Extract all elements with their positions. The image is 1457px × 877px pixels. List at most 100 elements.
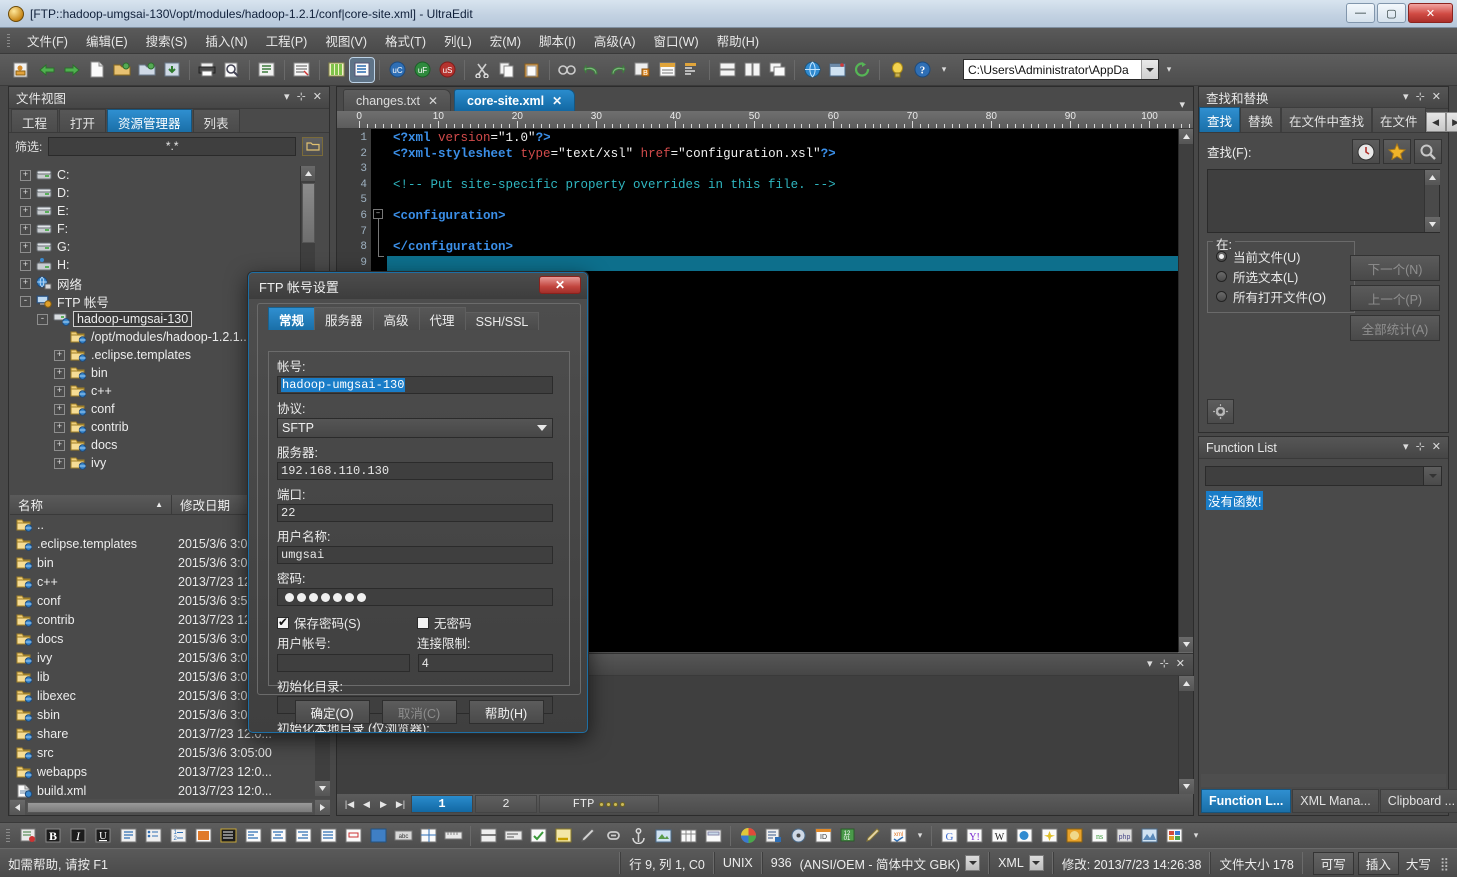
dialog-tab-server[interactable]: 服务器 — [314, 307, 374, 330]
tree-expander-icon[interactable]: + — [54, 368, 65, 379]
tab-list[interactable]: 列表 — [193, 109, 240, 132]
scroll-down-icon[interactable] — [1179, 637, 1193, 652]
gradient-fill-icon[interactable] — [191, 824, 215, 848]
google-icon[interactable]: G — [937, 824, 961, 848]
cascade-icon[interactable] — [765, 58, 789, 82]
favorites-star-icon[interactable] — [1383, 139, 1411, 164]
table-icon[interactable] — [416, 824, 440, 848]
table-row[interactable]: build.xml2013/7/23 12:0... — [10, 781, 330, 800]
resize-grip-icon[interactable]: ⣿ — [1440, 856, 1449, 871]
tree-expander-icon[interactable]: + — [20, 206, 31, 217]
pin-icon[interactable]: ⊹ — [1160, 659, 1169, 670]
underline-icon[interactable]: U — [91, 824, 115, 848]
copy-icon[interactable] — [495, 58, 519, 82]
no-password-checkbox[interactable]: 无密码 — [417, 613, 472, 632]
new-file-icon[interactable] — [85, 58, 109, 82]
pin-icon[interactable]: ⊹ — [1416, 92, 1425, 103]
tree-expander-icon[interactable]: + — [54, 404, 65, 415]
tree-expander-icon[interactable]: + — [20, 170, 31, 181]
paste-icon[interactable] — [520, 58, 544, 82]
form-icon[interactable] — [701, 824, 725, 848]
function-filter-combobox[interactable] — [1205, 466, 1442, 486]
tab-scroll-left-icon[interactable]: ◀ — [1426, 112, 1446, 132]
pin-icon[interactable]: ⊹ — [297, 92, 306, 103]
tree-item[interactable]: +E: — [10, 202, 315, 220]
dialog-tab-advanced[interactable]: 高级 — [373, 307, 420, 330]
status-position[interactable]: 行 9, 列 1, C0 — [620, 852, 714, 874]
status-insert-button[interactable]: 插入 — [1358, 852, 1399, 875]
list-view-icon[interactable] — [350, 58, 374, 82]
panel-icon[interactable] — [366, 824, 390, 848]
close-icon[interactable]: ✕ — [313, 92, 322, 103]
tab-scroll-right-icon[interactable]: ▶ — [1446, 112, 1457, 132]
justify-icon[interactable] — [316, 824, 340, 848]
find-next-button[interactable]: 下一个(N) — [1350, 255, 1440, 281]
marker-icon[interactable] — [576, 824, 600, 848]
ok-button[interactable]: 确定(O) — [295, 700, 370, 724]
menu-project[interactable]: 工程(P) — [257, 28, 317, 53]
chevron-down-icon[interactable]: ▾ — [1147, 659, 1153, 670]
table-row[interactable]: webapps2013/7/23 12:0... — [10, 762, 330, 781]
chevron-down-icon[interactable] — [1141, 60, 1158, 79]
history-clock-icon[interactable] — [1352, 139, 1380, 164]
pen-icon[interactable] — [861, 824, 885, 848]
open-folder-icon[interactable] — [110, 58, 134, 82]
scroll-right-icon[interactable] — [315, 800, 330, 815]
username-input[interactable]: umgsai — [277, 546, 553, 564]
xml-icon[interactable]: xml — [886, 824, 910, 848]
find-icon[interactable] — [555, 58, 579, 82]
wikipedia-icon[interactable]: W — [987, 824, 1011, 848]
align-left-icon[interactable] — [241, 824, 265, 848]
tab-replace[interactable]: 替换 — [1240, 107, 1281, 132]
tip-icon[interactable] — [885, 58, 909, 82]
password-input[interactable] — [277, 588, 553, 606]
tree-expander-icon[interactable]: + — [54, 440, 65, 451]
code-line[interactable]: <configuration> — [393, 209, 1193, 225]
web-toolbar-overflow-button[interactable]: ▾ — [1190, 824, 1202, 848]
tree-expander-icon[interactable]: + — [54, 458, 65, 469]
bottom-tab-function-list[interactable]: Function L... — [1201, 789, 1291, 813]
checkbox-icon[interactable] — [277, 617, 289, 629]
last-page-icon[interactable]: ▶| — [392, 796, 409, 812]
table2-icon[interactable] — [676, 824, 700, 848]
find-prev-button[interactable]: 上一个(P) — [1350, 285, 1440, 311]
list-horizontal-scrollbar[interactable] — [10, 799, 330, 815]
status-line-ending[interactable]: UNIX — [714, 852, 762, 874]
back-arrow-icon[interactable] — [35, 58, 59, 82]
tile-vertical-icon[interactable] — [740, 58, 764, 82]
page-tab-ftp[interactable]: FTP — [539, 795, 659, 813]
chevron-down-icon[interactable] — [1029, 855, 1044, 871]
user-account-input[interactable] — [277, 654, 410, 672]
id-icon[interactable]: ID — [811, 824, 835, 848]
find-input[interactable] — [1207, 169, 1440, 233]
menu-format[interactable]: 格式(T) — [376, 28, 435, 53]
count-all-button[interactable]: 全部统计(A) — [1350, 315, 1440, 341]
sort-icon[interactable] — [680, 58, 704, 82]
help-icon[interactable]: ? — [910, 58, 934, 82]
scroll-up-icon[interactable] — [301, 166, 315, 181]
uc-icon[interactable]: uC — [385, 58, 409, 82]
code-line[interactable]: <?xml-stylesheet type="text/xsl" href="c… — [393, 147, 1193, 163]
scroll-down-icon[interactable] — [315, 781, 330, 796]
menu-file[interactable]: 文件(F) — [18, 28, 77, 53]
link-icon[interactable] — [601, 824, 625, 848]
numbered-list-icon[interactable]: 12 — [166, 824, 190, 848]
tab-open[interactable]: 打开 — [59, 109, 106, 132]
menu-script[interactable]: 脚本(I) — [530, 28, 585, 53]
tree-expander-icon[interactable]: + — [20, 278, 31, 289]
forward-arrow-icon[interactable] — [60, 58, 84, 82]
tree-item[interactable]: +D: — [10, 184, 315, 202]
prev-page-icon[interactable]: ◀ — [358, 796, 375, 812]
bottom-tab-clipboard[interactable]: Clipboard ... — [1380, 789, 1457, 813]
radio-icon[interactable] — [1216, 271, 1227, 282]
uf-icon[interactable]: uF — [410, 58, 434, 82]
scroll-down-icon[interactable] — [1179, 779, 1194, 794]
refresh-icon[interactable] — [850, 58, 874, 82]
column-mode-icon[interactable] — [325, 58, 349, 82]
wordwrap-icon[interactable] — [501, 824, 525, 848]
port-input[interactable]: 22 — [277, 504, 553, 522]
menu-help[interactable]: 帮助(H) — [708, 28, 768, 53]
close-icon[interactable]: ✕ — [1432, 92, 1441, 103]
minimize-button[interactable]: — — [1346, 3, 1375, 23]
translate-icon[interactable] — [1062, 824, 1086, 848]
